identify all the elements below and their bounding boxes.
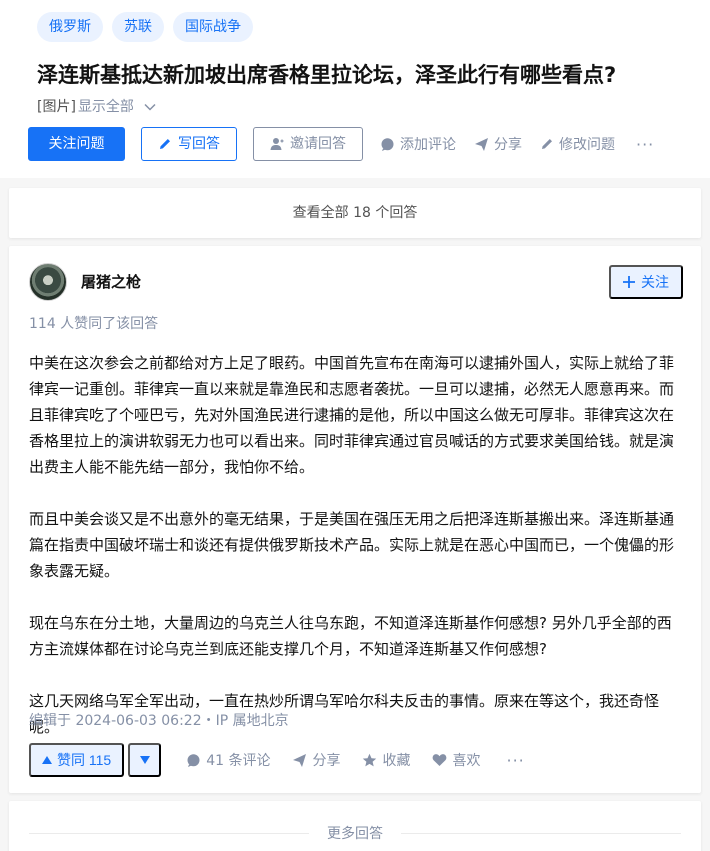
upvote-button[interactable]: 赞同 115 xyxy=(29,743,125,777)
answer-paragraph: 而且中美会谈又是不出意外的毫无结果，于是美国在强压无用之后把泽连斯基搬出来。泽连… xyxy=(29,510,675,580)
heart-icon xyxy=(432,753,447,767)
follow-author-button[interactable]: 关注 xyxy=(609,265,683,299)
favorite-button[interactable]: 收藏 xyxy=(362,750,410,770)
triangle-down-icon xyxy=(139,756,150,764)
more-answers-divider: 更多回答 xyxy=(29,823,681,843)
downvote-button[interactable] xyxy=(128,743,162,777)
answer-actions: 赞同 115 41 条评论 分享 收藏 喜欢 ··· xyxy=(29,743,525,777)
view-all-answers-card: 查看全部 18 个回答 xyxy=(9,188,701,238)
share-answer-label: 分享 xyxy=(312,753,341,769)
share-answer-button[interactable]: 分享 xyxy=(292,750,340,770)
divider-line xyxy=(401,832,681,834)
like-label: 喜欢 xyxy=(452,753,481,769)
more-answers-card: 更多回答 xyxy=(9,801,701,851)
avatar[interactable] xyxy=(29,263,67,301)
comment-icon xyxy=(186,753,201,768)
more-icon[interactable]: ··· xyxy=(506,751,524,770)
more-icon[interactable]: ··· xyxy=(636,135,654,154)
write-answer-label: 写回答 xyxy=(178,136,220,152)
favorite-label: 收藏 xyxy=(382,753,411,769)
plus-icon xyxy=(623,276,635,288)
edit-question-label: 修改问题 xyxy=(559,137,615,153)
answer-content: 中美在这次参会之前都给对方上足了眼药。中国首先宣布在南海可以逮捕外国人，实际上就… xyxy=(29,350,685,740)
paper-plane-icon xyxy=(292,753,307,768)
topic-tag-russia[interactable]: 俄罗斯 xyxy=(37,12,103,42)
paper-plane-icon xyxy=(474,137,489,152)
star-icon xyxy=(362,753,377,768)
share-question-button[interactable]: 分享 xyxy=(474,134,522,154)
question-header: 俄罗斯 苏联 国际战争 泽连斯基抵达新加坡出席香格里拉论坛，泽圣此行有哪些看点?… xyxy=(0,0,710,178)
topic-tag-war[interactable]: 国际战争 xyxy=(173,12,253,42)
comments-label: 41 条评论 xyxy=(206,753,271,769)
write-answer-button[interactable]: 写回答 xyxy=(141,127,237,161)
pencil-icon xyxy=(540,137,554,151)
comments-button[interactable]: 41 条评论 xyxy=(186,750,270,770)
invite-answer-button[interactable]: 邀请回答 xyxy=(253,127,363,161)
question-title: 泽连斯基抵达新加坡出席香格里拉论坛，泽圣此行有哪些看点? xyxy=(37,63,617,87)
question-detail-toggle[interactable]: [图片] 显示全部 xyxy=(37,97,156,117)
answer-paragraph: 中美在这次参会之前都给对方上足了眼药。中国首先宣布在南海可以逮捕外国人，实际上就… xyxy=(29,354,675,476)
topic-tags: 俄罗斯 苏联 国际战争 xyxy=(37,12,253,42)
upvote-label: 赞同 115 xyxy=(57,752,112,768)
follow-author-label: 关注 xyxy=(641,274,669,290)
invite-answer-label: 邀请回答 xyxy=(290,136,346,152)
answer-card: 屠猪之枪 关注 114 人赞同了该回答 中美在这次参会之前都给对方上足了眼药。中… xyxy=(9,246,701,793)
question-actions: 关注问题 写回答 邀请回答 添加评论 分享 修改问题 ··· xyxy=(28,127,654,161)
divider-line xyxy=(29,832,309,834)
user-icon xyxy=(270,137,284,151)
comment-icon xyxy=(380,137,395,152)
show-all-link[interactable]: 显示全部 xyxy=(78,97,134,117)
votes-summary: 114 人赞同了该回答 xyxy=(29,316,159,332)
edit-question-button[interactable]: 修改问题 xyxy=(540,134,615,154)
add-comment-label: 添加评论 xyxy=(400,137,456,153)
chevron-down-icon xyxy=(144,103,156,111)
view-all-answers-link[interactable]: 查看全部 18 个回答 xyxy=(9,188,701,238)
triangle-up-icon xyxy=(42,756,52,764)
like-button[interactable]: 喜欢 xyxy=(432,750,480,770)
author-name[interactable]: 屠猪之枪 xyxy=(81,272,141,292)
share-question-label: 分享 xyxy=(494,137,522,153)
pencil-icon xyxy=(158,137,172,151)
add-comment-button[interactable]: 添加评论 xyxy=(380,134,456,154)
edit-timestamp: 编辑于 2024-06-03 06:22・IP 属地北京 xyxy=(29,713,289,729)
more-answers-label[interactable]: 更多回答 xyxy=(309,823,401,843)
image-placeholder: [图片] xyxy=(37,99,76,115)
topic-tag-ussr[interactable]: 苏联 xyxy=(112,12,164,42)
follow-question-button[interactable]: 关注问题 xyxy=(28,127,125,161)
answer-paragraph: 现在乌东在分土地，大量周边的乌克兰人往乌东跑，不知道泽连斯基作何感想? 另外几乎… xyxy=(29,614,672,658)
